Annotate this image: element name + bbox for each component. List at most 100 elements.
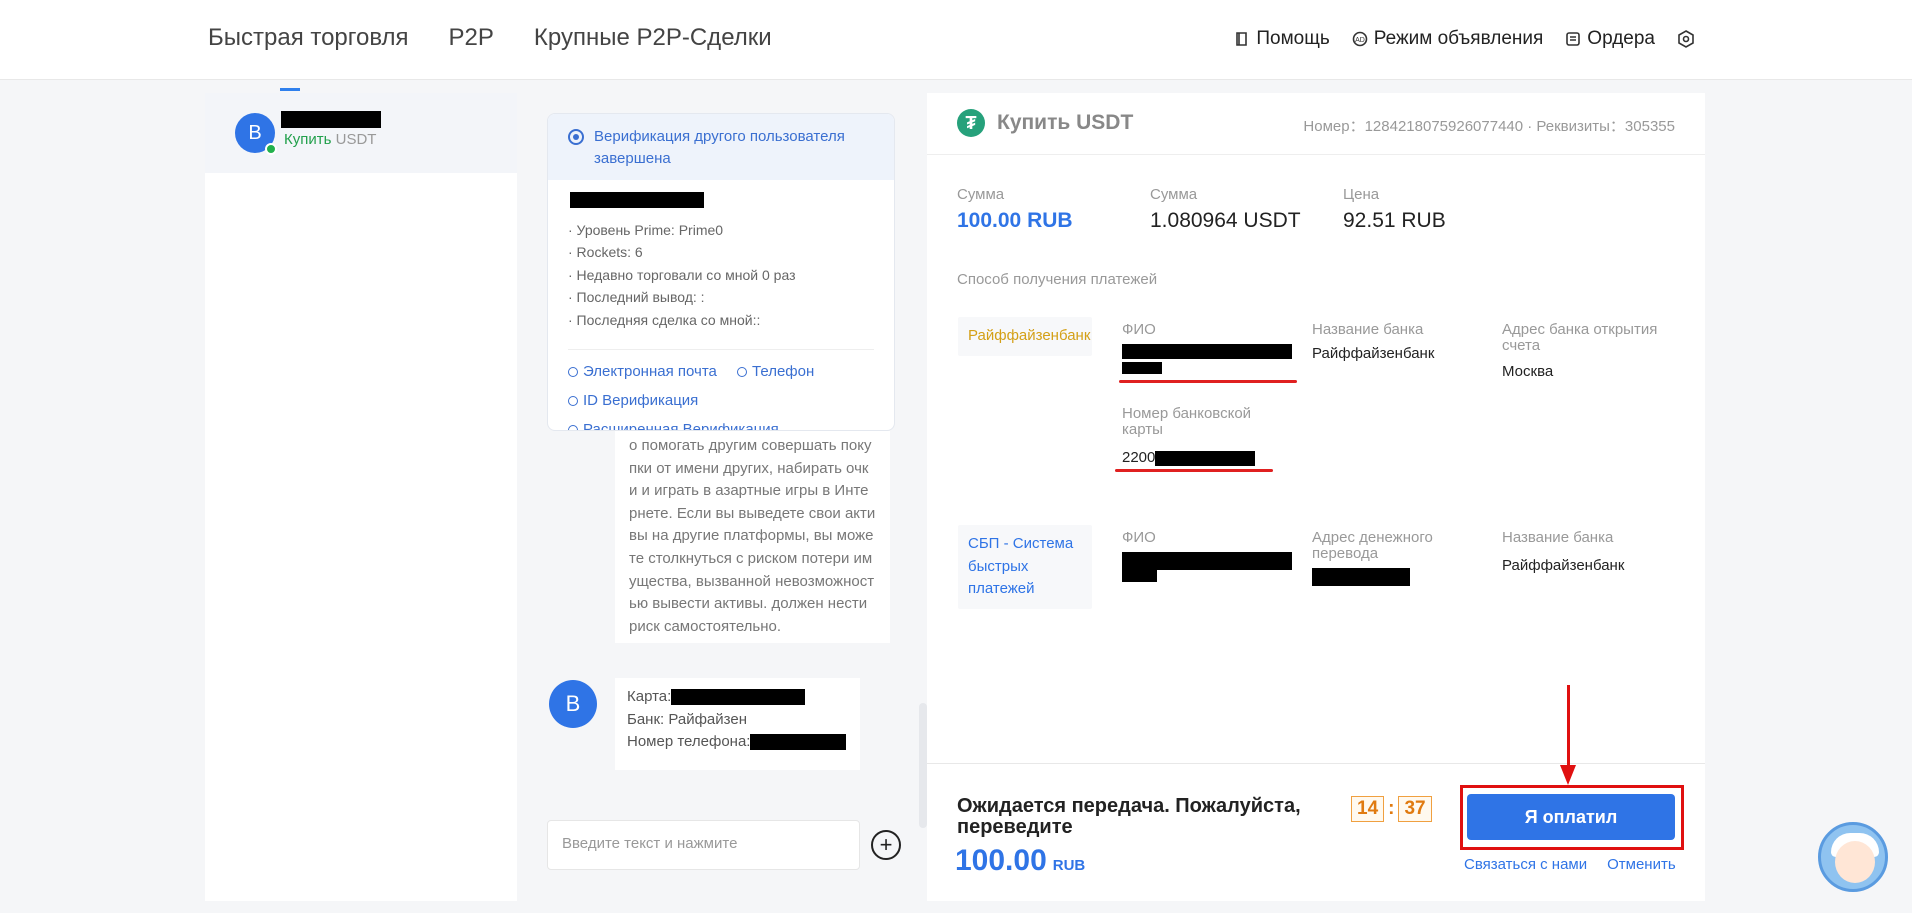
bank-value: Райффайзенбанк [1502, 557, 1625, 574]
transfer-label: Адрес денежного перевода [1312, 529, 1433, 562]
annotation-arrow-head [1560, 765, 1576, 785]
timer-seconds: 37 [1398, 796, 1432, 822]
payment-method-raiffeisen[interactable]: Райффайзенбанк [958, 317, 1092, 356]
avatar: B [235, 113, 277, 155]
amount-currency: RUB [1052, 857, 1086, 874]
method1-address: Адрес банка открытия счета Москва [1502, 322, 1682, 382]
redacted-username [281, 111, 381, 128]
verification-info: · Уровень Prime: Prime0 · Rockets: 6 · Н… [548, 180, 894, 341]
method2-bank: Название банка Райффайзенбанк [1502, 530, 1672, 576]
conversation-item[interactable]: B Купить USDT [205, 93, 517, 173]
active-tab-indicator [280, 88, 300, 91]
info-rockets: · Rockets: 6 [568, 244, 643, 260]
redacted-phone [750, 734, 847, 751]
nav-right: Помощь AD Режим объявления Ордера [1234, 28, 1695, 50]
bank-label: Название банка [1502, 529, 1614, 546]
redacted-fio [1122, 344, 1292, 359]
order-panel: ₮ Купить USDT Номер：1284218075926077440 … [927, 93, 1705, 901]
redacted-transfer [1312, 568, 1410, 586]
address-label: Адрес банка открытия счета [1502, 321, 1658, 354]
card-value: 2200 [1122, 449, 1156, 466]
support-avatar-face [1835, 841, 1875, 883]
nav-left: Быстрая торговля P2P Крупные P2P-Сделки [208, 24, 772, 52]
phone-label: Телефон [752, 363, 815, 380]
settings-link[interactable] [1677, 30, 1695, 48]
check-icon [737, 367, 748, 377]
verification-card: Верификация другого пользователя заверше… [547, 113, 895, 431]
payment-amount: 100.00 RUB [955, 844, 1085, 878]
fio-value [1122, 344, 1292, 374]
top-nav: Быстрая торговля P2P Крупные P2P-Сделки … [0, 0, 1912, 91]
footer-links: Связаться с нами Отменить [1464, 856, 1676, 873]
conversation-list: B Купить USDT [205, 93, 517, 901]
card-label: Номер банковской карты [1122, 405, 1252, 438]
sum-label: Сумма [1150, 186, 1198, 203]
cancel-link[interactable]: Отменить [1607, 856, 1676, 873]
summary-crypto: Сумма 1.080964 USDT [1150, 186, 1343, 233]
nav-large-p2p[interactable]: Крупные P2P-Сделки [534, 24, 772, 52]
red-underline [1115, 469, 1273, 472]
svg-text:AD: AD [1355, 37, 1365, 44]
order-meta: Номер：1284218075926077440 · Реквизиты：30… [1303, 118, 1675, 135]
help-link[interactable]: Помощь [1234, 28, 1330, 50]
msg-phone-line: Номер телефона: [627, 731, 848, 754]
price-label: Цена [1343, 186, 1380, 203]
redacted-fio [1122, 362, 1162, 374]
method1-card: Номер банковской карты 2200 [1122, 406, 1292, 468]
amount-value: 100.00 [955, 844, 1047, 877]
fio-label: ФИО [1122, 321, 1156, 338]
verification-title: Верификация другого пользователя заверше… [594, 128, 845, 167]
red-underline [1119, 380, 1297, 383]
email-verified: Электронная почта [568, 358, 717, 386]
ad-mode-link[interactable]: AD Режим объявления [1352, 28, 1544, 50]
order-summary: Сумма 100.00 RUB Сумма 1.080964 USDT Цен… [957, 186, 1536, 233]
method1-bank: Название банка Райффайзенбанк [1312, 322, 1482, 364]
waiting-status: Ожидается передача. Пожалуйста, переведи… [957, 795, 1301, 838]
advanced-verified: Расширенная Верификация [568, 416, 779, 430]
method2-transfer: Адрес денежного перевода [1312, 530, 1482, 586]
info-recent-trades: · Недавно торговали со мной 0 раз [568, 266, 796, 283]
email-label: Электронная почта [583, 363, 717, 380]
i-paid-button[interactable]: Я оплатил [1467, 794, 1675, 840]
countdown-timer: 14 : 37 [1351, 796, 1432, 822]
attach-button[interactable]: + [871, 830, 901, 860]
ad-mode-label: Режим объявления [1373, 28, 1544, 49]
book-icon [1236, 32, 1248, 46]
fio-value [1122, 552, 1292, 582]
warning-message: о помогать другим совершать покупки от и… [615, 431, 890, 643]
method2-fio: ФИО [1122, 530, 1292, 582]
check-icon [568, 425, 578, 430]
id-verified: ID Верификация [568, 387, 698, 415]
transfer-value [1312, 568, 1482, 586]
avatar-letter: B [248, 121, 262, 144]
nav-p2p[interactable]: P2P [449, 24, 494, 52]
verification-links: Электронная почта Телефон ID Верификация… [568, 349, 874, 430]
chat-input[interactable]: Введите текст и нажмите [547, 820, 860, 870]
online-indicator [265, 143, 277, 155]
card-value-line: 2200 [1122, 448, 1292, 468]
method1-fio: ФИО [1122, 321, 1292, 374]
help-label: Помощь [1256, 28, 1330, 49]
action-label: Купить [284, 131, 332, 148]
support-chat-widget[interactable] [1818, 822, 1888, 892]
payment-method-sbp[interactable]: СБП - Система быстрых платежей [958, 525, 1092, 609]
tether-icon: ₮ [957, 109, 985, 137]
info-prime-level: · Уровень Prime: Prime0 [568, 221, 724, 238]
redacted-fio [1122, 570, 1157, 582]
contact-link[interactable]: Связаться с нами [1464, 856, 1587, 873]
annotation-arrow [1567, 685, 1570, 765]
fio-label: ФИО [1122, 529, 1156, 546]
redacted-fio [1122, 552, 1292, 570]
order-title: Купить USDT [997, 111, 1134, 134]
asset-label: USDT [335, 131, 377, 148]
redacted-name [570, 192, 704, 208]
nav-quick-trade[interactable]: Быстрая торговля [208, 24, 409, 52]
chat-scrollbar[interactable] [919, 703, 927, 828]
message-avatar-letter: B [565, 691, 581, 716]
order-footer: Ожидается передача. Пожалуйста, переведи… [927, 763, 1705, 901]
check-icon [568, 396, 578, 406]
crypto-amount: 1.080964 USDT [1150, 209, 1301, 232]
orders-link[interactable]: Ордера [1565, 28, 1655, 50]
ad-icon: AD [1352, 31, 1368, 47]
bank-value: Райффайзенбанк [1312, 345, 1435, 362]
